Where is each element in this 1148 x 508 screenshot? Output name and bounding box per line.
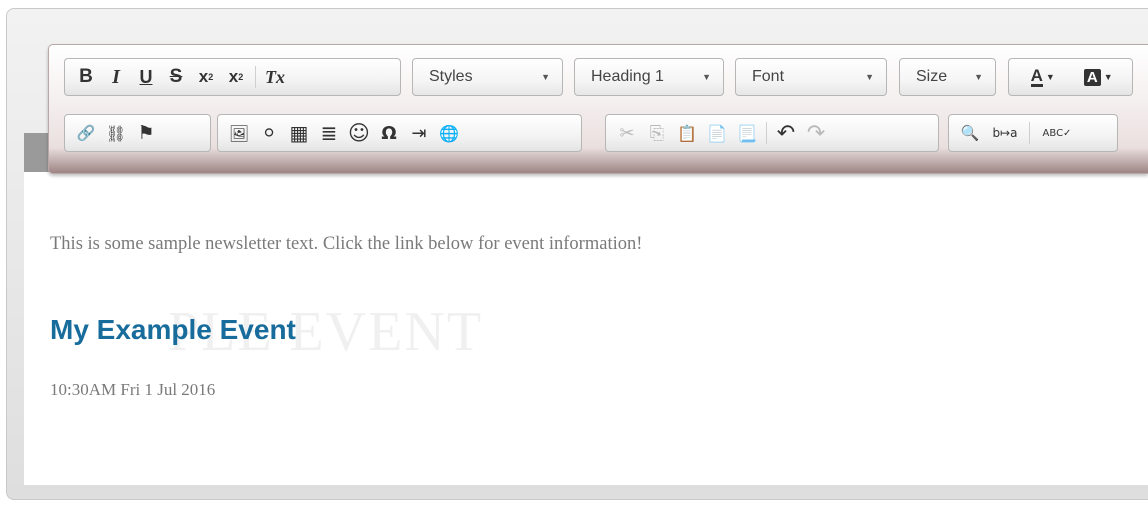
font-dropdown[interactable]: Font ▼ [735,58,887,96]
text-color-icon: A [1030,65,1043,87]
remove-format-button[interactable]: Tx [260,62,290,92]
flash-icon[interactable]: ⚪ [254,118,284,148]
chevron-down-icon: ▼ [702,72,711,82]
link-icon[interactable]: 🔗 [71,118,101,148]
page-break-icon[interactable]: ⇥ [404,118,434,148]
basic-styles-group: B I U S x2 x2 Tx [64,58,401,96]
background-color-icon: A [1083,68,1101,86]
separator [255,66,256,88]
subscript-label: x [198,67,209,86]
subscript-mark: 2 [208,72,214,82]
styles-label: Styles [429,68,473,85]
italic-button[interactable]: I [101,62,131,92]
superscript-label: x [228,67,239,86]
bold-button[interactable]: B [71,62,101,92]
paste-icon[interactable]: 📋 [672,118,702,148]
chevron-down-icon: ▼ [1103,72,1113,82]
anchor-flag-icon[interactable]: ⚑ [131,118,161,148]
links-group: 🔗 ⛓ ⚑ [64,114,211,152]
find-icon[interactable]: 🔍 [955,118,985,148]
paste-word-icon[interactable]: 📃 [732,118,762,148]
separator [766,122,767,144]
newsletter-paragraph: This is some sample newsletter text. Cli… [50,234,643,254]
superscript-mark: 2 [238,72,244,82]
styles-dropdown[interactable]: Styles ▼ [412,58,563,96]
underline-button[interactable]: U [131,62,161,92]
chevron-down-icon: ▼ [865,72,874,82]
table-icon[interactable]: ▦ [284,118,314,148]
redo-icon[interactable]: ↷ [801,118,831,148]
copy-icon[interactable]: ⎘ [642,118,672,148]
text-color-button[interactable]: A ▼ [1021,62,1065,92]
undo-icon[interactable]: ↶ [771,118,801,148]
horizontal-rule-icon[interactable]: ≣ [314,118,344,148]
strikethrough-button[interactable]: S [161,62,191,92]
paste-text-icon[interactable]: 📄 [702,118,732,148]
smiley-icon[interactable]: ☺ [344,118,374,148]
replace-icon[interactable]: b↦a [985,118,1025,148]
chevron-down-icon: ▼ [541,72,550,82]
format-label: Heading 1 [591,68,664,85]
clipboard-group: ✂ ⎘ 📋 📄 📃 ↶ ↷ [605,114,939,152]
image-icon[interactable]: 🖼 [224,118,254,148]
spellcheck-icon[interactable]: ABC✓ [1034,118,1080,148]
insert-group: 🖼 ⚪ ▦ ≣ ☺ Ω ⇥ 🌐 [217,114,582,152]
special-char-icon[interactable]: Ω [374,118,404,148]
background-color-button[interactable]: A ▼ [1076,62,1120,92]
chevron-down-icon: ▼ [974,72,983,82]
event-title-link[interactable]: My Example Event [50,314,296,346]
cut-icon[interactable]: ✂ [612,118,642,148]
size-label: Size [916,68,948,85]
separator [1029,122,1030,144]
iframe-globe-icon[interactable]: 🌐 [434,118,464,148]
event-datetime: 10:30AM Fri 1 Jul 2016 [50,380,216,399]
unlink-icon[interactable]: ⛓ [101,118,131,148]
font-label: Font [752,68,785,85]
colors-group: A ▼ A ▼ [1008,58,1133,96]
editing-group: 🔍 b↦a ABC✓ [948,114,1118,152]
format-dropdown[interactable]: Heading 1 ▼ [574,58,724,96]
editor-toolbar: B I U S x2 x2 Tx Styles ▼ Heading 1 ▼ Fo… [48,44,1148,174]
size-dropdown[interactable]: Size ▼ [899,58,996,96]
subscript-button[interactable]: x2 [191,62,221,92]
superscript-button[interactable]: x2 [221,62,251,92]
chevron-down-icon: ▼ [1045,72,1055,82]
